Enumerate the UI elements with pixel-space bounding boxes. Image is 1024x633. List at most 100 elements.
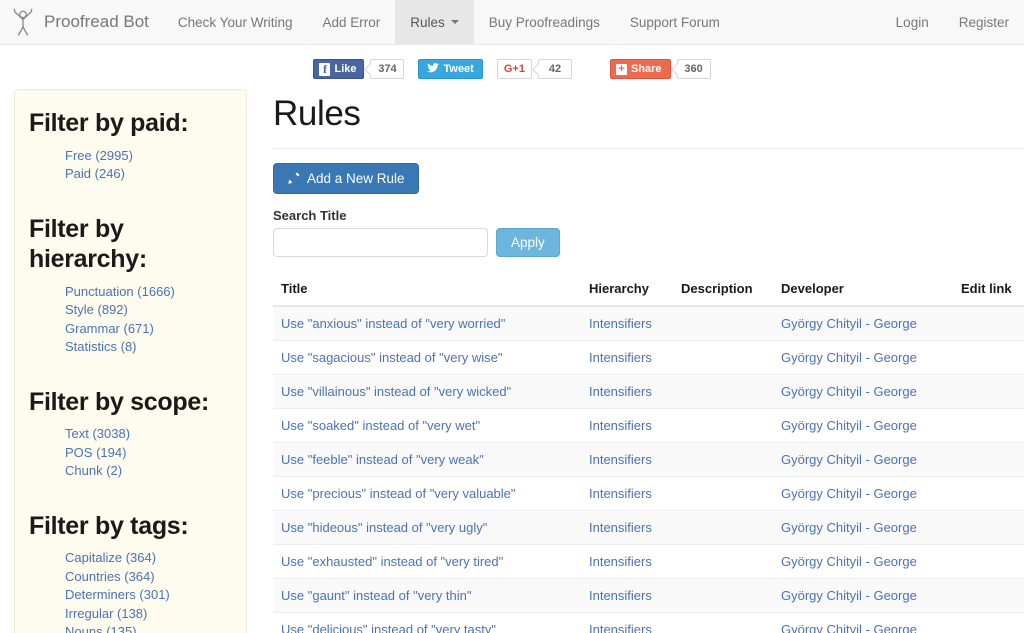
nav-item-check-your-writing[interactable]: Check Your Writing: [163, 0, 308, 44]
cell-description: [673, 374, 773, 409]
cell-edit-link[interactable]: [953, 476, 1024, 511]
rule-title-link[interactable]: Use "villainous" instead of "very wicked…: [281, 384, 511, 399]
filter-link-nouns[interactable]: Nouns (135): [65, 624, 137, 633]
nav-item-support-forum[interactable]: Support Forum: [615, 0, 735, 44]
facebook-like-button[interactable]: f Like: [313, 59, 365, 79]
googleplus-count: 42: [537, 59, 572, 79]
cell-edit-link[interactable]: [953, 510, 1024, 545]
addthis-share-button[interactable]: + Share: [609, 59, 671, 79]
page-title: Rules: [273, 94, 361, 133]
search-title-input[interactable]: [273, 228, 488, 257]
cell-description: [673, 544, 773, 579]
rule-title-link[interactable]: Use "precious" instead of "very valuable…: [281, 486, 516, 501]
cell-edit-link[interactable]: [953, 442, 1024, 477]
rule-developer-link[interactable]: György Chityil - George: [781, 588, 917, 603]
twitter-tweet-button[interactable]: Tweet: [418, 59, 483, 79]
table-row: Use "anxious" instead of "very worried" …: [273, 305, 1024, 341]
filter-link-free[interactable]: Free (2995): [65, 148, 133, 163]
cell-edit-link[interactable]: [953, 612, 1024, 633]
filter-link-paid[interactable]: Paid (246): [65, 166, 125, 181]
rule-hierarchy-link[interactable]: Intensifiers: [589, 452, 652, 467]
list-item: Chunk (2): [65, 462, 232, 481]
rule-hierarchy-link[interactable]: Intensifiers: [589, 486, 652, 501]
column-header-title: Title: [273, 275, 581, 307]
nav-item-register[interactable]: Register: [944, 0, 1024, 44]
filter-link-punctuation[interactable]: Punctuation (1666): [65, 284, 175, 299]
table-row: Use "hideous" instead of "very ugly" Int…: [273, 510, 1024, 545]
add-new-rule-button[interactable]: Add a New Rule: [273, 163, 419, 194]
cell-hierarchy: Intensifiers: [581, 476, 673, 511]
filters-sidebar: Filter by paid: Free (2995) Paid (246) F…: [14, 89, 247, 633]
page-body: Filter by paid: Free (2995) Paid (246) F…: [0, 89, 1024, 633]
filter-link-statistics[interactable]: Statistics (8): [65, 339, 137, 354]
rule-developer-link[interactable]: György Chityil - George: [781, 622, 917, 633]
rules-table-body: Use "anxious" instead of "very worried" …: [273, 305, 1024, 633]
rule-hierarchy-link[interactable]: Intensifiers: [589, 384, 652, 399]
rule-hierarchy-link[interactable]: Intensifiers: [589, 350, 652, 365]
list-item: Paid (246): [65, 165, 232, 184]
rule-developer-link[interactable]: György Chityil - George: [781, 418, 917, 433]
nav-item-login[interactable]: Login: [881, 0, 944, 44]
googleplus-one-button[interactable]: G+1: [496, 59, 532, 79]
table-row: Use "feeble" instead of "very weak" Inte…: [273, 442, 1024, 477]
rule-developer-link[interactable]: György Chityil - George: [781, 520, 917, 535]
rule-hierarchy-link[interactable]: Intensifiers: [589, 622, 652, 633]
rule-title-link[interactable]: Use "gaunt" instead of "very thin": [281, 588, 471, 603]
cell-edit-link[interactable]: [953, 340, 1024, 375]
plus-square-icon: +: [615, 63, 627, 75]
account-nav: Login Register: [881, 0, 1024, 44]
filter-link-chunk[interactable]: Chunk (2): [65, 463, 122, 478]
rule-developer-link[interactable]: György Chityil - George: [781, 486, 917, 501]
rule-title-link[interactable]: Use "exhausted" instead of "very tired": [281, 554, 503, 569]
main-content: Rules Add a New Rule Search Title Apply …: [247, 89, 1024, 633]
list-item: Irregular (138): [65, 605, 232, 624]
rule-developer-link[interactable]: György Chityil - George: [781, 554, 917, 569]
rule-title-link[interactable]: Use "delicious" instead of "very tasty": [281, 622, 496, 633]
nav-item-add-error[interactable]: Add Error: [307, 0, 395, 44]
filter-heading-scope: Filter by scope:: [29, 387, 209, 416]
filter-link-countries[interactable]: Countries (364): [65, 569, 155, 584]
filter-link-style[interactable]: Style (892): [65, 302, 128, 317]
rule-title-link[interactable]: Use "feeble" instead of "very weak": [281, 452, 484, 467]
rule-hierarchy-link[interactable]: Intensifiers: [589, 554, 652, 569]
rule-developer-link[interactable]: György Chityil - George: [781, 350, 917, 365]
nav-item-rules[interactable]: Rules: [395, 0, 474, 44]
rule-developer-link[interactable]: György Chityil - George: [781, 316, 917, 331]
cell-developer: György Chityil - George: [773, 510, 953, 545]
googleplus-share-group: G+1 42: [496, 59, 572, 79]
table-row: Use "villainous" instead of "very wicked…: [273, 374, 1024, 409]
filter-link-irregular[interactable]: Irregular (138): [65, 606, 147, 621]
cell-edit-link[interactable]: [953, 578, 1024, 613]
cell-edit-link[interactable]: [953, 305, 1024, 341]
table-row: Use "exhausted" instead of "very tired" …: [273, 544, 1024, 579]
rule-hierarchy-link[interactable]: Intensifiers: [589, 520, 652, 535]
rule-title-link[interactable]: Use "anxious" instead of "very worried": [281, 316, 505, 331]
table-row: Use "delicious" instead of "very tasty" …: [273, 612, 1024, 633]
filter-link-text[interactable]: Text (3038): [65, 426, 130, 441]
filter-link-determiners[interactable]: Determiners (301): [65, 587, 170, 602]
cell-description: [673, 578, 773, 613]
filter-link-capitalize[interactable]: Capitalize (364): [65, 550, 156, 565]
rule-title-link[interactable]: Use "hideous" instead of "very ugly": [281, 520, 487, 535]
cell-edit-link[interactable]: [953, 374, 1024, 409]
cell-description: [673, 305, 773, 341]
filter-link-grammar[interactable]: Grammar (671): [65, 321, 154, 336]
rule-title-link[interactable]: Use "soaked" instead of "very wet": [281, 418, 480, 433]
rule-developer-link[interactable]: György Chityil - George: [781, 384, 917, 399]
cell-developer: György Chityil - George: [773, 340, 953, 375]
rule-hierarchy-link[interactable]: Intensifiers: [589, 588, 652, 603]
rule-developer-link[interactable]: György Chityil - George: [781, 452, 917, 467]
rule-hierarchy-link[interactable]: Intensifiers: [589, 418, 652, 433]
brand-link[interactable]: Proofread Bot: [0, 0, 163, 44]
twitter-tweet-label: Tweet: [443, 63, 474, 75]
filter-link-pos[interactable]: POS (194): [65, 445, 126, 460]
rule-hierarchy-link[interactable]: Intensifiers: [589, 316, 652, 331]
cell-edit-link[interactable]: [953, 408, 1024, 443]
apply-button[interactable]: Apply: [496, 228, 560, 257]
nav-item-buy-proofreadings[interactable]: Buy Proofreadings: [474, 0, 615, 44]
cell-hierarchy: Intensifiers: [581, 442, 673, 477]
social-share-bar: f Like 374 Tweet G+1 42 + Share 360: [0, 45, 1024, 89]
cell-edit-link[interactable]: [953, 544, 1024, 579]
googleplus-label: G+1: [503, 63, 525, 75]
rule-title-link[interactable]: Use "sagacious" instead of "very wise": [281, 350, 503, 365]
